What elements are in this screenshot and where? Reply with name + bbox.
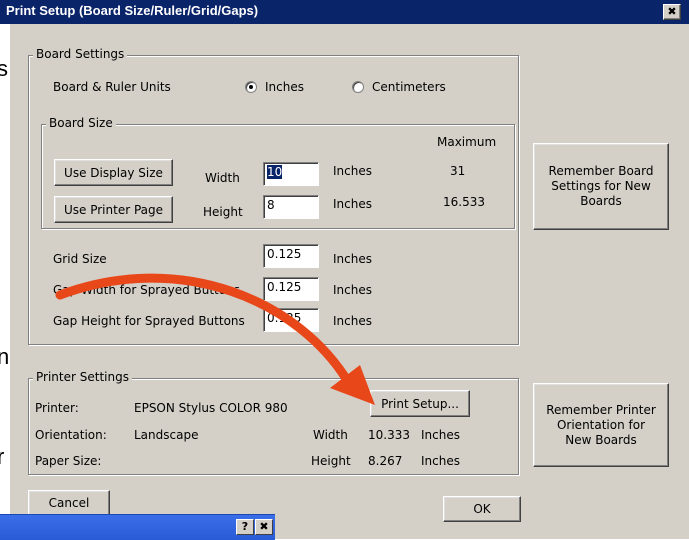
close-icon: ✖ xyxy=(259,520,269,533)
help-button[interactable]: ? xyxy=(236,519,254,535)
background-window-titlebar[interactable]: ? ✖ xyxy=(0,514,275,540)
background-close-button[interactable]: ✖ xyxy=(255,519,273,535)
help-icon: ? xyxy=(241,520,249,533)
arrow-shaft xyxy=(55,273,355,390)
annotation-arrow xyxy=(55,273,375,405)
